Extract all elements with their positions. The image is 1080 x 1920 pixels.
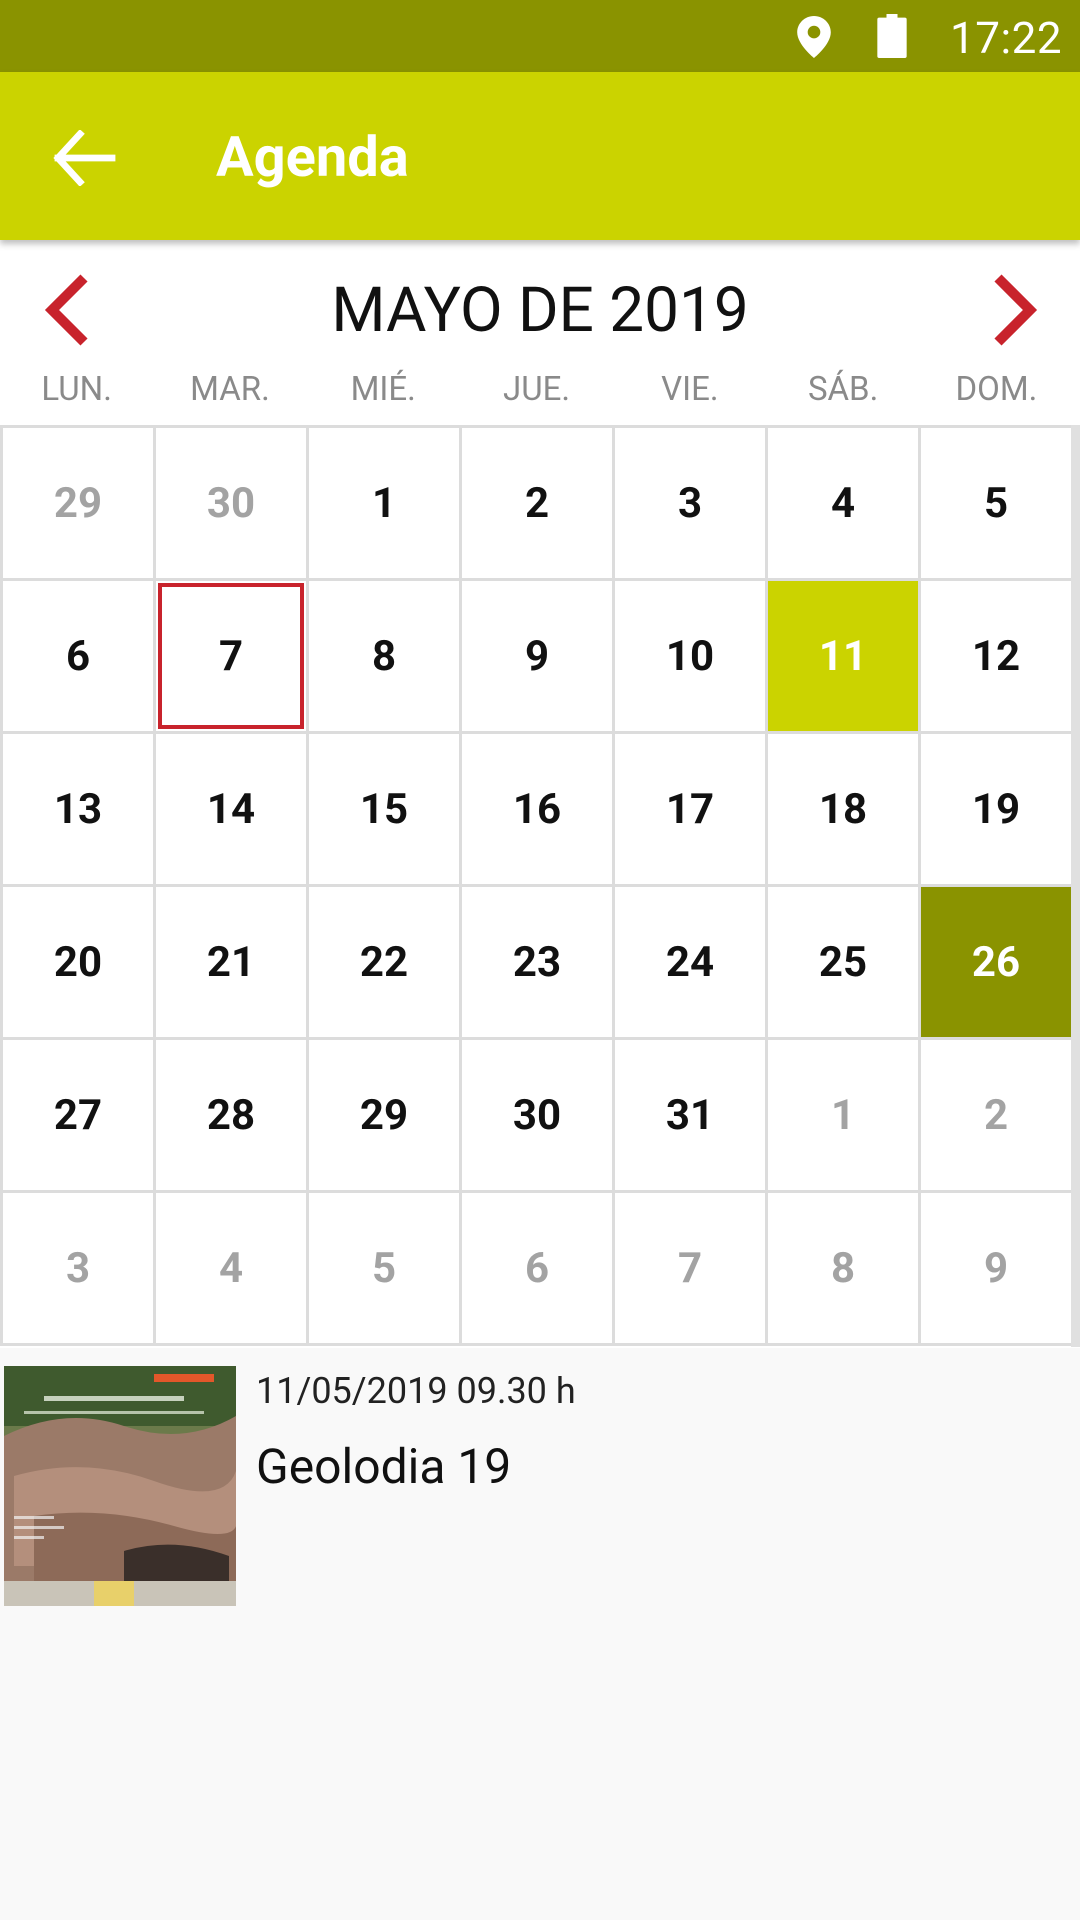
day-cell[interactable]: 12 [921,581,1074,734]
day-cell[interactable]: 1 [309,428,462,581]
day-cell[interactable]: 5 [921,428,1074,581]
calendar: MAYO DE 2019 LUN. MAR. MIÉ. JUE. VIE. SÁB. DOM… [0,240,1080,1348]
day-cell[interactable]: 30 [462,1040,615,1193]
scroll-edge [1071,425,1080,1347]
day-cell[interactable]: 19 [921,734,1074,887]
calendar-header: MAYO DE 2019 [0,240,1080,370]
weekday-label: MAR. [190,370,270,409]
day-cell[interactable]: 7 [615,1193,768,1346]
today-day-cell[interactable]: 26 [921,887,1074,1040]
day-cell[interactable]: 28 [156,1040,309,1193]
day-cell[interactable]: 21 [156,887,309,1040]
day-cell[interactable]: 10 [615,581,768,734]
day-cell[interactable]: 5 [309,1193,462,1346]
day-cell[interactable]: 29 [309,1040,462,1193]
weekday-label: MIÉ. [350,370,416,409]
arrow-left-icon[interactable] [52,130,116,186]
weekday-header: LUN. MAR. MIÉ. JUE. VIE. SÁB. DOM. [0,370,1080,426]
day-cell[interactable]: 13 [3,734,156,887]
calendar-grid: 29 30 1 2 3 4 5 6 7 8 9 10 11 12 13 14 15 16 17 18 19 20 21 22 2… [0,425,1074,1346]
event-date: 11/05/2019 09.30 h [256,1370,576,1412]
event-title: Geolodia 19 [256,1438,512,1495]
day-cell[interactable]: 4 [768,428,921,581]
day-cell[interactable]: 6 [3,581,156,734]
day-cell[interactable]: 3 [3,1193,156,1346]
day-cell[interactable]: 31 [615,1040,768,1193]
day-cell[interactable]: 1 [768,1040,921,1193]
day-cell[interactable]: 27 [3,1040,156,1193]
day-cell[interactable]: 30 [156,428,309,581]
day-cell[interactable]: 9 [462,581,615,734]
app-bar: Agenda [0,72,1080,240]
event-day-cell[interactable]: 11 [768,581,921,734]
weekday-label: JUE. [503,370,571,409]
weekday-label: SÁB. [807,370,879,409]
weekday-label: VIE. [661,370,719,409]
location-icon [797,16,831,58]
day-cell[interactable]: 22 [309,887,462,1040]
event-thumbnail [4,1366,236,1606]
weekday-label: DOM. [955,370,1038,409]
weekday-label: LUN. [41,370,112,409]
month-title: MAYO DE 2019 [331,274,749,347]
status-time: 17:22 [950,12,1063,64]
battery-icon [877,14,907,58]
day-cell[interactable]: 8 [768,1193,921,1346]
day-cell[interactable]: 24 [615,887,768,1040]
day-cell[interactable]: 15 [309,734,462,887]
chevron-right-icon[interactable] [988,272,1042,348]
day-cell[interactable]: 6 [462,1193,615,1346]
status-bar: 17:22 [0,0,1080,72]
day-cell[interactable]: 20 [3,887,156,1040]
day-cell[interactable]: 14 [156,734,309,887]
day-cell[interactable]: 4 [156,1193,309,1346]
day-cell[interactable]: 3 [615,428,768,581]
day-cell[interactable]: 9 [921,1193,1074,1346]
day-cell[interactable]: 16 [462,734,615,887]
selected-day-cell[interactable]: 7 [156,581,309,734]
day-cell[interactable]: 18 [768,734,921,887]
event-list-item[interactable]: 11/05/2019 09.30 h Geolodia 19 [0,1366,1080,1606]
day-cell[interactable]: 2 [462,428,615,581]
day-cell[interactable]: 25 [768,887,921,1040]
page-title: Agenda [216,124,409,190]
day-cell[interactable]: 29 [3,428,156,581]
day-cell[interactable]: 23 [462,887,615,1040]
day-cell[interactable]: 8 [309,581,462,734]
day-cell[interactable]: 2 [921,1040,1074,1193]
day-cell[interactable]: 17 [615,734,768,887]
